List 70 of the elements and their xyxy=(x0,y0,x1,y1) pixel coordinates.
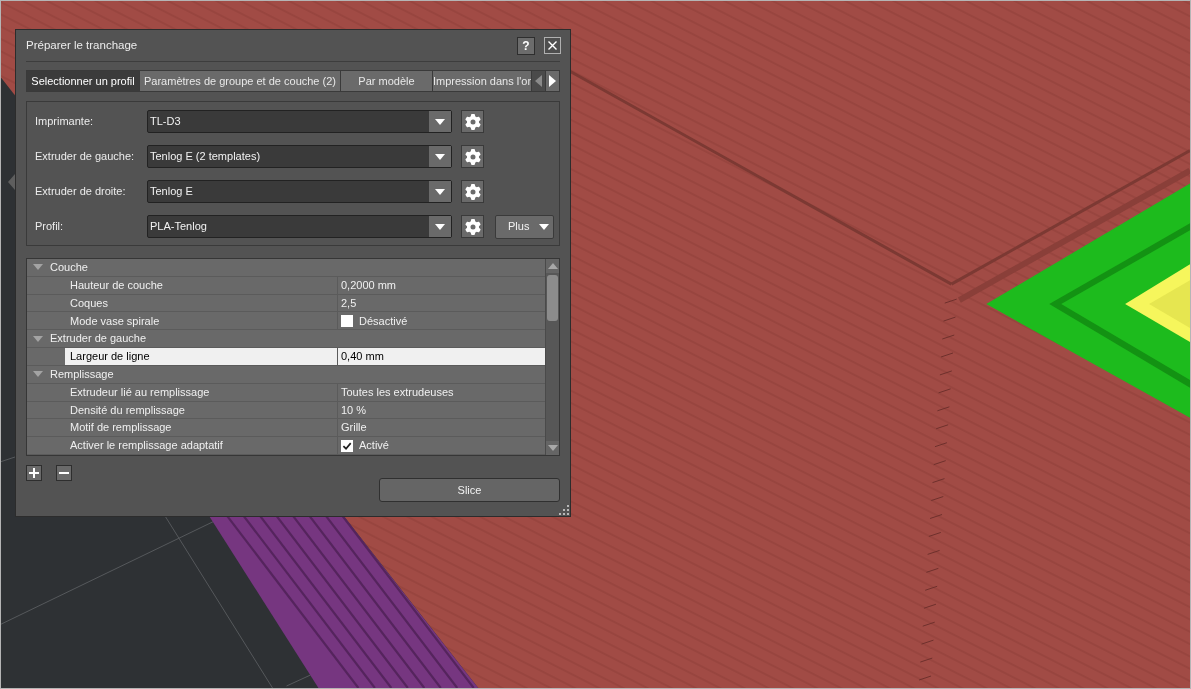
caret-icon xyxy=(435,118,445,125)
caret-icon xyxy=(435,153,445,160)
field-label: Extruder de gauche: xyxy=(35,149,136,165)
help-button[interactable]: ? xyxy=(517,36,535,55)
property-value: Activé xyxy=(359,438,389,454)
property-row[interactable]: Activer le remplissage adaptatif Activé xyxy=(65,437,545,454)
property-name: Extrudeur lié au remplissage xyxy=(70,384,210,400)
property-row[interactable]: Extrudeur lié au remplissage Toutes les extrudeuses xyxy=(65,383,545,401)
plus-icon xyxy=(29,468,39,478)
window-title: Préparer le tranchage xyxy=(26,37,138,53)
property-row[interactable]: Mode vase spirale Désactivé xyxy=(65,312,545,330)
dropdown[interactable]: TL-D3 xyxy=(147,110,452,133)
property-value: 2,5 xyxy=(341,295,357,311)
dropdown[interactable]: PLA-Tenlog xyxy=(147,215,452,238)
tree-category[interactable]: Couche xyxy=(27,259,545,277)
settings-button[interactable] xyxy=(461,110,484,133)
settings-button[interactable] xyxy=(461,215,484,238)
property-row[interactable]: Motif de remplissage Grille xyxy=(65,419,545,437)
resize-grip-icon xyxy=(559,505,569,515)
caret-right-icon xyxy=(549,75,556,87)
scrollbar-thumb[interactable] xyxy=(547,275,558,321)
field-label: Extruder de droite: xyxy=(35,184,127,200)
property-row[interactable]: Largeur de ligne 0,40 mm xyxy=(65,348,545,365)
checkbox[interactable] xyxy=(341,314,353,327)
property-row[interactable]: Hauteur de couche 0,2000 mm xyxy=(65,276,545,294)
scroll-right-button[interactable] xyxy=(546,71,559,91)
more-button[interactable]: Plus xyxy=(495,214,554,239)
settings-button[interactable] xyxy=(461,145,484,168)
close-button[interactable] xyxy=(544,37,561,54)
caret-down-icon xyxy=(547,445,558,451)
caret-icon xyxy=(539,223,550,230)
caret-up-icon xyxy=(547,263,558,269)
settings-button[interactable] xyxy=(461,180,484,203)
property-name: Hauteur de couche xyxy=(70,277,163,293)
property-value: Désactivé xyxy=(359,313,408,329)
property-row[interactable]: Densité du remplissage 10 % xyxy=(65,401,545,419)
tree-category[interactable]: Remplissage xyxy=(27,365,545,384)
caret-icon xyxy=(435,188,445,195)
caret-left-icon xyxy=(535,75,542,87)
settings-icon xyxy=(464,183,481,200)
settings-icon xyxy=(464,218,481,235)
property-name: Motif de remplissage xyxy=(70,420,172,436)
tab[interactable]: Impression dans l'or xyxy=(433,71,531,91)
dropdown[interactable]: Tenlog E (2 templates) xyxy=(147,145,452,168)
dropdown[interactable]: Tenlog E xyxy=(147,180,452,203)
property-value: 10 % xyxy=(341,402,367,418)
property-value: 0,2000 mm xyxy=(341,277,397,293)
property-value: 0,40 mm xyxy=(341,349,384,365)
property-name: Mode vase spirale xyxy=(70,313,160,329)
minus-icon xyxy=(59,472,69,474)
slice-button[interactable]: Slice xyxy=(379,478,560,502)
remove-button[interactable] xyxy=(56,465,72,481)
property-row[interactable]: Coques 2,5 xyxy=(65,294,545,312)
tab[interactable]: Paramètres de groupe et de couche (2) xyxy=(140,71,340,91)
field-label: Imprimante: xyxy=(35,114,95,130)
tab[interactable]: Par modèle xyxy=(341,71,432,91)
checkbox[interactable] xyxy=(341,439,353,452)
add-button[interactable] xyxy=(26,465,42,481)
close-icon xyxy=(548,41,557,50)
field-label: Profil: xyxy=(35,219,65,235)
property-name: Activer le remplissage adaptatif xyxy=(70,438,223,454)
settings-icon xyxy=(464,113,481,130)
property-name: Largeur de ligne xyxy=(70,349,150,365)
property-name: Coques xyxy=(70,295,108,311)
property-name: Densité du remplissage xyxy=(70,402,185,418)
property-value: Grille xyxy=(341,420,367,436)
caret-icon xyxy=(435,223,445,230)
property-value: Toutes les extrudeuses xyxy=(341,384,454,400)
scrollbar[interactable] xyxy=(545,259,559,455)
settings-icon xyxy=(464,148,481,165)
